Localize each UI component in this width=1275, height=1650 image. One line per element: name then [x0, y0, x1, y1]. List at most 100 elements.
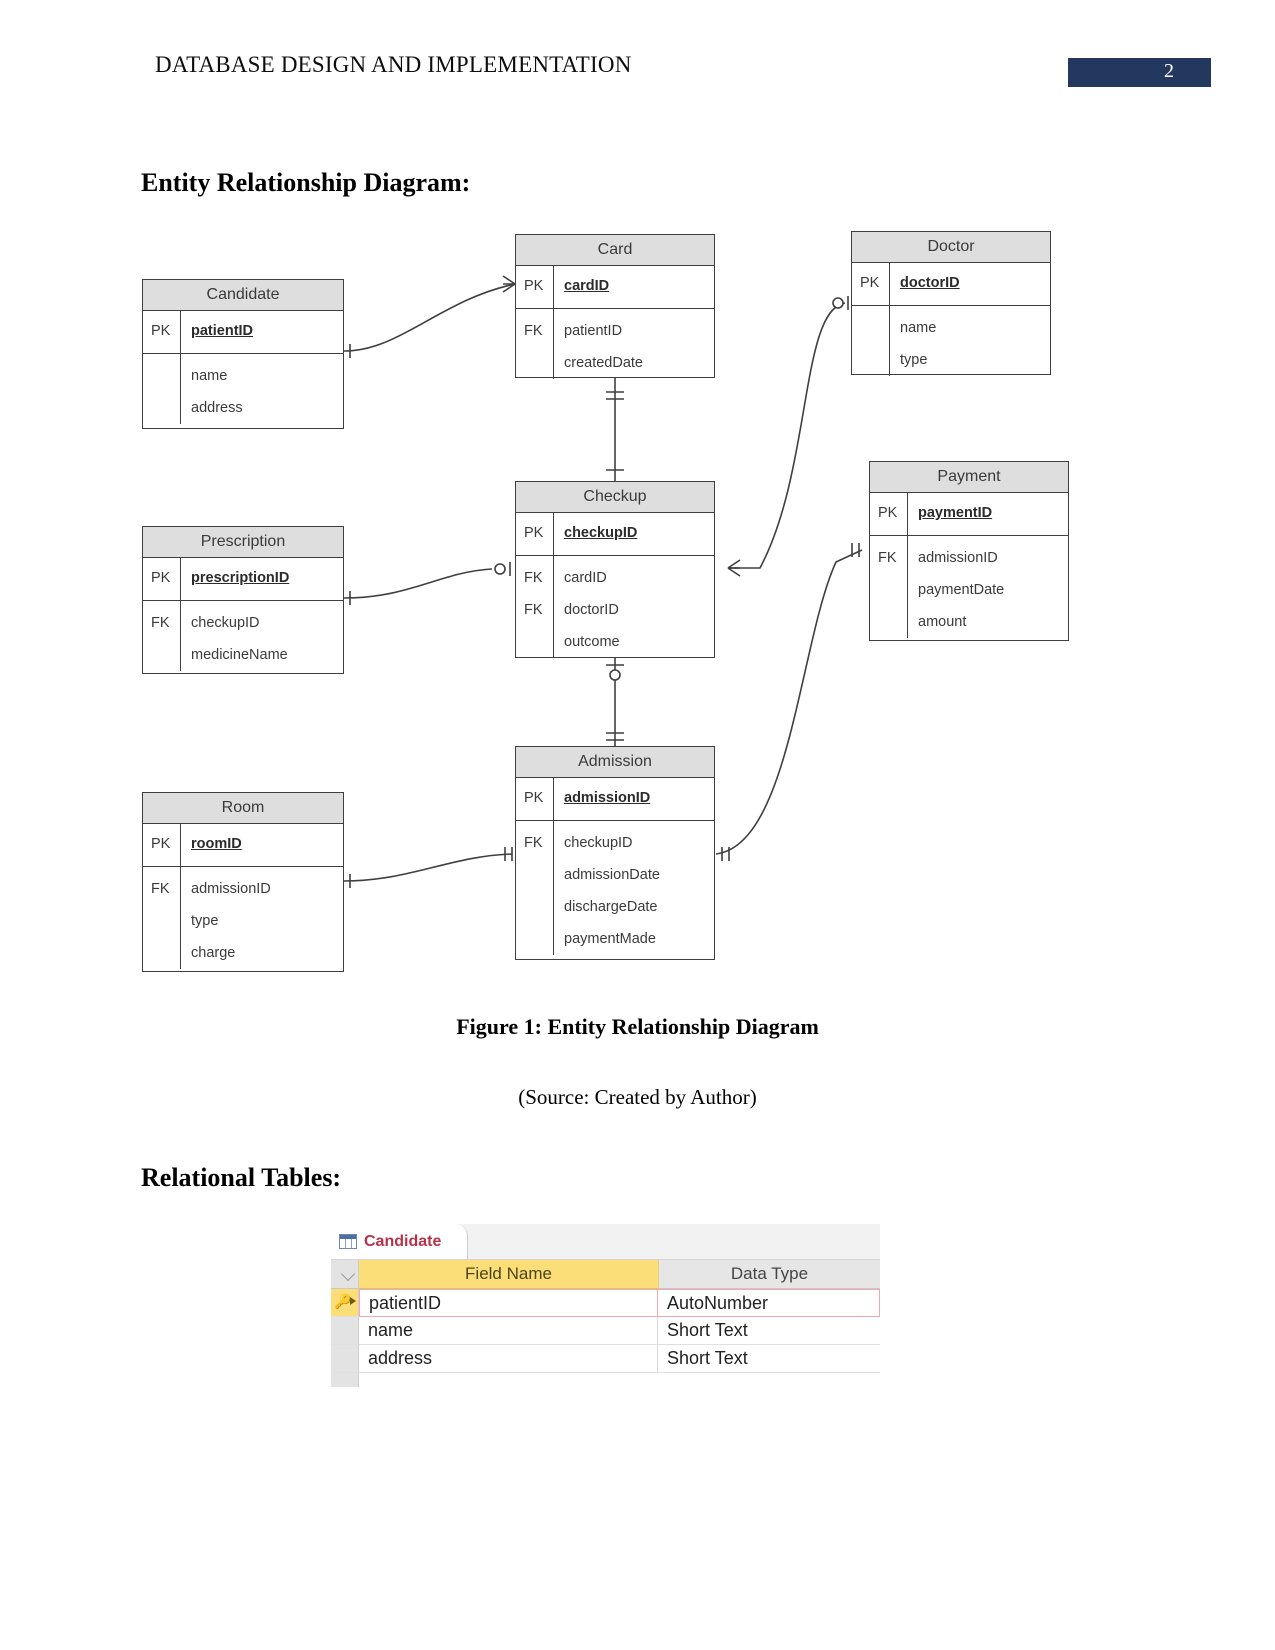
erd-figure: Candidate PK patientID name address Card… [0, 0, 1275, 1000]
entity-title: Doctor [852, 232, 1050, 263]
entity-body: FK admissionID type charge [143, 867, 343, 969]
entity-title: Checkup [516, 482, 714, 513]
entity-field-column: patientID [181, 311, 343, 353]
key-label [143, 937, 180, 969]
key-label: FK [524, 835, 543, 851]
key-label: PK [524, 790, 544, 806]
entity-body: FK admissionID paymentDate amount [870, 536, 1068, 638]
entity-key-column [852, 306, 890, 376]
tab-label: Candidate [364, 1232, 442, 1250]
field-label: patientID [564, 323, 623, 339]
tab-candidate[interactable]: Candidate [331, 1224, 469, 1259]
entity-key-column: PK [143, 824, 181, 866]
key-label: FK [524, 570, 543, 586]
entity-pk-row: PK checkupID [516, 513, 714, 556]
field-label: name [191, 368, 228, 384]
access-design-view: Candidate Field Name Data Type 🔑 patient… [331, 1224, 880, 1387]
key-label [143, 639, 180, 671]
entity-field-column: admissionID type charge [181, 867, 343, 969]
data-type-cell[interactable]: Short Text [658, 1317, 880, 1345]
entity-body: name type [852, 306, 1050, 376]
entity-title: Candidate [143, 280, 343, 311]
row-selector[interactable] [331, 1345, 359, 1373]
key-label: PK [524, 278, 544, 294]
row-selector[interactable] [331, 1317, 359, 1345]
field-name-cell[interactable]: name [359, 1317, 658, 1345]
table-row[interactable]: 🔑 patientID AutoNumber [331, 1289, 880, 1317]
entity-title: Admission [516, 747, 714, 778]
entity-field-column: admissionID paymentDate amount [908, 536, 1068, 638]
column-header-field-name[interactable]: Field Name [359, 1260, 659, 1289]
key-label: FK [524, 323, 543, 339]
key-label: FK [524, 602, 543, 618]
figure-caption: Figure 1: Entity Relationship Diagram [456, 1014, 819, 1039]
key-label: PK [860, 275, 880, 291]
entity-field-column: paymentID [908, 493, 1068, 535]
entity-key-column [143, 354, 181, 424]
entity-body: FK FK cardID doctorID outcome [516, 556, 714, 658]
entity-field-column: cardID doctorID outcome [554, 556, 714, 658]
entity-key-column: PK [143, 311, 181, 353]
data-type-cell[interactable]: AutoNumber [658, 1289, 880, 1317]
key-label [143, 392, 180, 424]
relationship-doctor-checkup [728, 302, 846, 569]
entity-key-column: FK [143, 867, 181, 969]
key-label: FK [151, 615, 170, 631]
field-label: paymentMade [564, 931, 656, 947]
key-label: PK [151, 836, 171, 852]
field-label: type [191, 913, 219, 929]
entity-field-column: cardID [554, 266, 714, 308]
heading-relational-tables: Relational Tables: [141, 1163, 342, 1192]
entity-pk-row: PK cardID [516, 266, 714, 309]
table-icon [339, 1234, 357, 1249]
entity-field-column: patientID createdDate [554, 309, 714, 379]
entity-title: Card [516, 235, 714, 266]
entity-body: FK patientID createdDate [516, 309, 714, 379]
column-header-data-type[interactable]: Data Type [659, 1260, 880, 1289]
relationship-prescription-checkup [343, 568, 493, 599]
key-label [516, 923, 553, 955]
empty-row[interactable] [331, 1373, 880, 1387]
entity-field-column: checkupID admissionDate dischargeDate pa… [554, 821, 714, 955]
entity-key-column: FK FK [516, 556, 554, 658]
field-label: cardID [564, 570, 607, 586]
entity-field-column: prescriptionID [181, 558, 343, 600]
key-label [516, 347, 553, 379]
table-row[interactable]: address Short Text [331, 1345, 880, 1373]
row-selector[interactable] [331, 1373, 359, 1387]
relationship-candidate-card [343, 283, 516, 352]
entity-field-column: admissionID [554, 778, 714, 820]
field-name-cell[interactable]: patientID [359, 1289, 658, 1317]
key-label: PK [524, 525, 544, 541]
field-label: medicineName [191, 647, 288, 663]
field-label: type [900, 352, 928, 368]
entity-key-column: FK [516, 821, 554, 955]
select-all-corner[interactable] [331, 1260, 359, 1289]
entity-pk-row: PK doctorID [852, 263, 1050, 306]
entity-title: Payment [870, 462, 1068, 493]
field-label: admissionID [918, 550, 998, 566]
field-label: charge [191, 945, 236, 961]
field-name-cell[interactable]: address [359, 1345, 658, 1373]
entity-body: FK checkupID admissionDate dischargeDate… [516, 821, 714, 955]
data-type-cell[interactable]: Short Text [658, 1345, 880, 1373]
field-label: name [900, 320, 937, 336]
empty-cells[interactable] [359, 1373, 880, 1387]
entity-key-column: PK [516, 513, 554, 555]
key-label: PK [151, 323, 171, 339]
field-label: admissionID [191, 881, 271, 897]
entity-key-column: PK [852, 263, 890, 305]
key-label: PK [151, 570, 171, 586]
entity-title: Room [143, 793, 343, 824]
row-selector[interactable]: 🔑 [331, 1289, 359, 1317]
entity-field-column: checkupID [554, 513, 714, 555]
entity-key-column: PK [516, 266, 554, 308]
entity-pk-row: PK admissionID [516, 778, 714, 821]
table-row[interactable]: name Short Text [331, 1317, 880, 1345]
entity-key-column: PK [870, 493, 908, 535]
entity-pk-row: PK prescriptionID [143, 558, 343, 601]
field-label: roomID [191, 836, 242, 852]
entity-field-column: roomID [181, 824, 343, 866]
field-label: doctorID [900, 275, 960, 291]
field-label: amount [918, 614, 967, 630]
